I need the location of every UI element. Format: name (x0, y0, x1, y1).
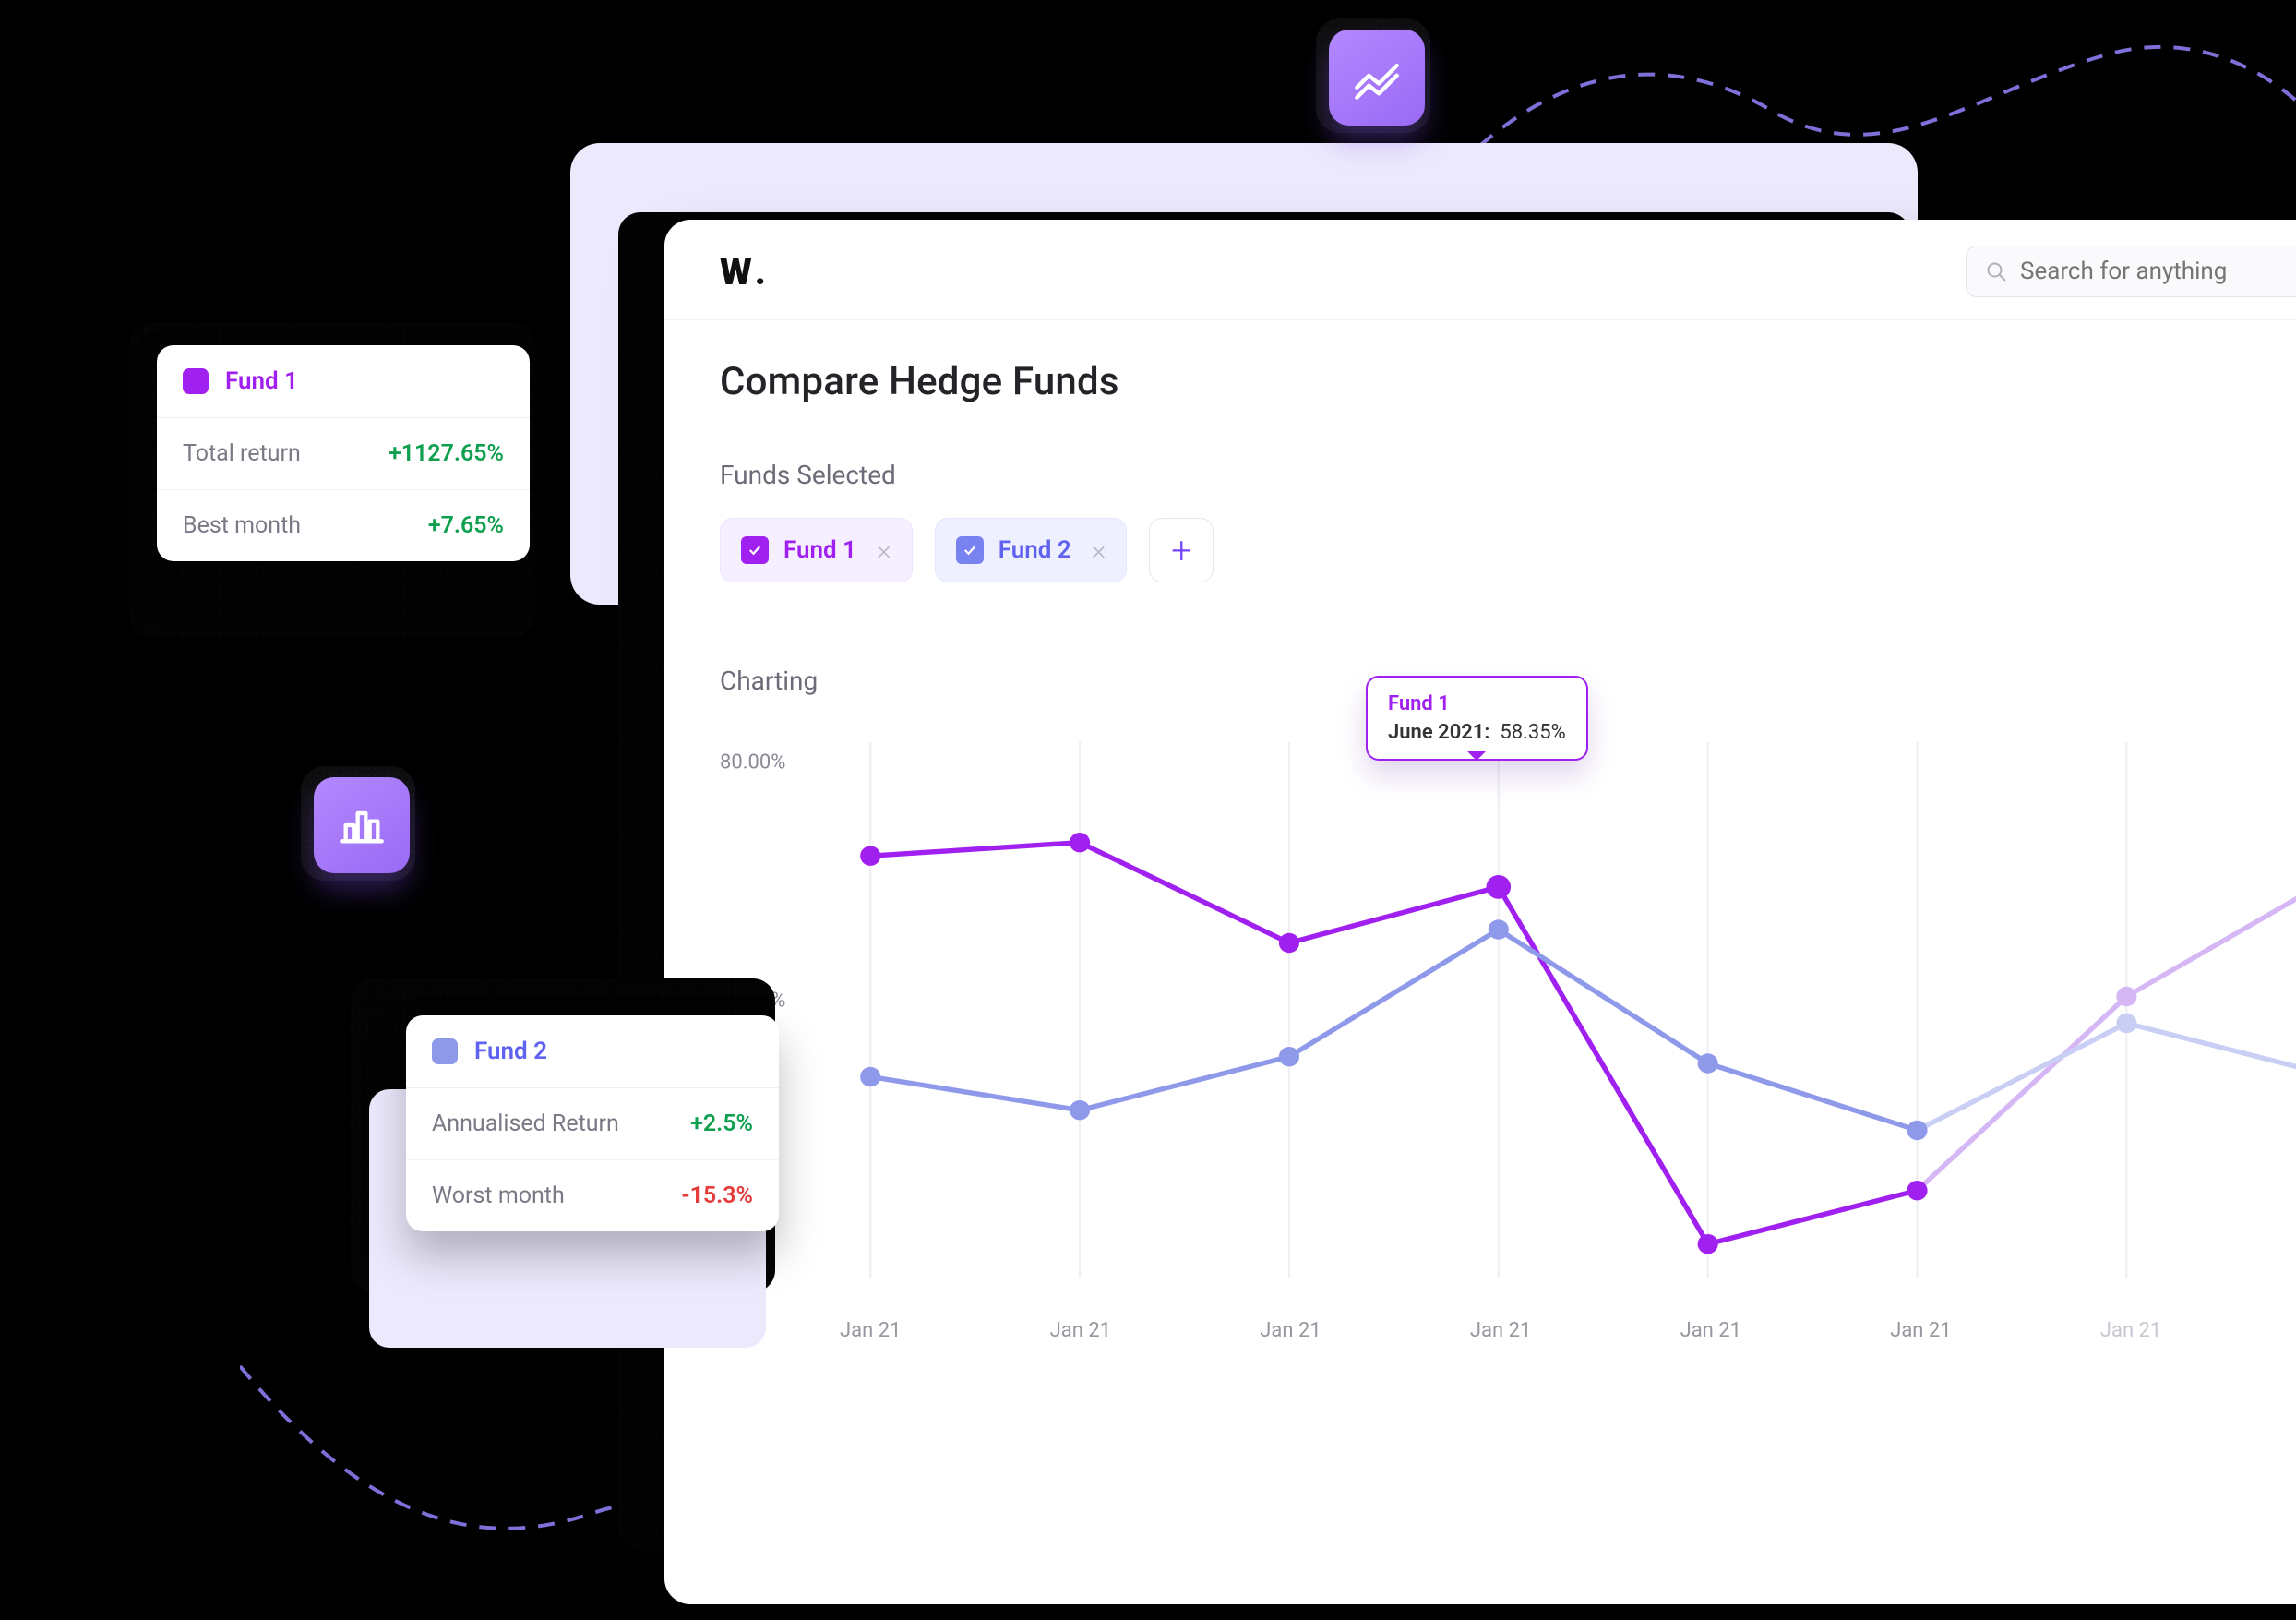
chip-fund-2[interactable]: Fund 2 × (935, 518, 1128, 582)
close-icon[interactable]: × (877, 534, 891, 567)
chart-tooltip: Fund 1 June 2021: 58.35% (1366, 676, 1588, 761)
chart: 80.00% 40.00% 0.00% (720, 724, 2296, 1351)
stat-key: Annualised Return (432, 1110, 619, 1137)
chip-label: Fund 1 (783, 536, 856, 564)
close-icon[interactable]: × (1092, 534, 1106, 567)
color-swatch (183, 368, 209, 394)
stat-value: +2.5% (690, 1110, 753, 1137)
x-tick: Jan 21 (2100, 1319, 2161, 1342)
stat-value: +7.65% (428, 512, 504, 539)
x-tick: Jan 21 (1260, 1319, 1321, 1342)
stat-row: Best month +7.65% (157, 490, 530, 561)
x-tick: Jan 21 (1680, 1319, 1741, 1342)
plot-area: Fund 1 June 2021: 58.35% (840, 742, 2296, 1278)
brand-letter: W (720, 250, 751, 294)
x-tick: Jan 21 (1470, 1319, 1531, 1342)
tooltip-series-name: Fund 1 (1388, 692, 1566, 715)
brand-dot (755, 250, 765, 294)
tooltip-value: 58.35% (1500, 721, 1565, 744)
fund-chips-row: Fund 1 × Fund 2 × + (720, 518, 2296, 582)
app-window: W Compare Hedge Funds Funds Selected Fun… (664, 220, 2296, 1604)
chart-svg (840, 742, 2296, 1278)
brand-logo: W (720, 250, 765, 294)
tooltip-period: June 2021: (1388, 721, 1489, 744)
funds-selected-label: Funds Selected (720, 460, 2296, 490)
y-tick: 80.00% (720, 751, 785, 774)
trend-icon (1353, 54, 1401, 102)
x-tick: Jan 21 (840, 1319, 901, 1342)
card-header: Fund 2 (406, 1015, 779, 1088)
barchart-icon (338, 801, 386, 849)
stat-key: Total return (183, 440, 301, 467)
trend-tile (1329, 30, 1425, 126)
stat-row: Worst month -15.3% (406, 1160, 779, 1231)
stat-key: Best month (183, 512, 301, 539)
card-title: Fund 1 (225, 367, 298, 395)
color-swatch (432, 1038, 458, 1064)
stat-value: +1127.65% (389, 440, 504, 467)
stat-card-fund-2: Fund 2 Annualised Return +2.5% Worst mon… (406, 1015, 779, 1231)
barchart-tile (314, 777, 410, 873)
x-tick: Jan 21 (1050, 1319, 1111, 1342)
stat-key: Worst month (432, 1182, 565, 1209)
checkbox-icon (741, 536, 769, 564)
page-title: Compare Hedge Funds (720, 359, 2296, 404)
chip-fund-1[interactable]: Fund 1 × (720, 518, 913, 582)
search-icon (1985, 260, 2007, 282)
app-header: W (664, 220, 2296, 320)
chip-label: Fund 2 (999, 536, 1071, 564)
card-title: Fund 2 (474, 1038, 547, 1065)
content-area: Compare Hedge Funds Funds Selected Fund … (664, 320, 2296, 1351)
x-tick: Jan 21 (1890, 1319, 1951, 1342)
x-axis-labels: Jan 21 Jan 21 Jan 21 Jan 21 Jan 21 Jan 2… (840, 1319, 2296, 1342)
stat-card-fund-1: Fund 1 Total return +1127.65% Best month… (157, 345, 530, 561)
add-fund-button[interactable]: + (1149, 518, 1214, 582)
stat-row: Total return +1127.65% (157, 418, 530, 490)
search-input[interactable] (1966, 246, 2296, 297)
search-field[interactable] (2020, 258, 2296, 285)
stat-row: Annualised Return +2.5% (406, 1088, 779, 1160)
checkbox-icon (956, 536, 984, 564)
stat-value: -15.3% (681, 1182, 753, 1209)
card-header: Fund 1 (157, 345, 530, 418)
tooltip-value-row: June 2021: 58.35% (1388, 721, 1566, 744)
